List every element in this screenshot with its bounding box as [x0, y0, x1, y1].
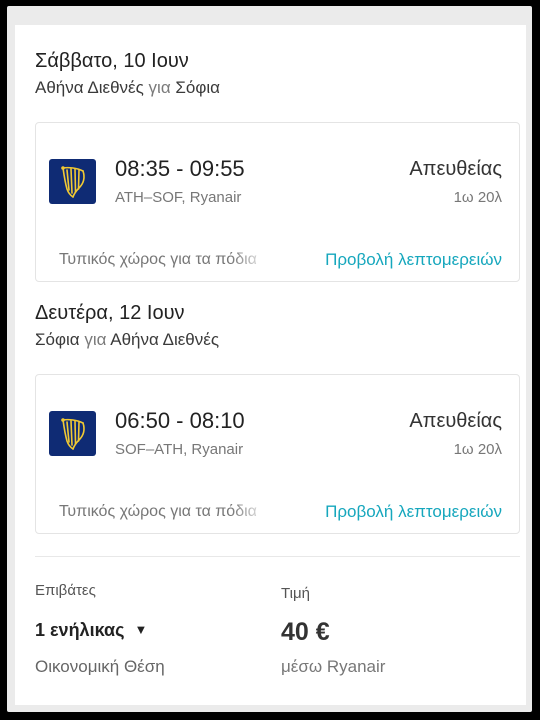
- passengers-label: Επιβάτες: [35, 582, 96, 599]
- return-times: 06:50 - 08:10: [115, 408, 245, 433]
- booking-provider: μέσω Ryanair: [281, 657, 386, 676]
- return-origin: Σόφια: [35, 330, 80, 349]
- return-airports-airline: SOF–ATH, Ryanair: [115, 441, 244, 458]
- ryanair-harp-icon: [49, 411, 96, 456]
- outbound-stops: Απευθείας: [409, 158, 502, 180]
- return-connector: για: [84, 330, 107, 349]
- outbound-destination: Σόφια: [175, 78, 220, 97]
- app-frame: Σάββατο, 10 Ιουν Αθήνα Διεθνές για Σόφια: [7, 6, 532, 712]
- return-date: Δευτέρα, 12 Ιουν: [35, 302, 185, 324]
- itinerary-panel: Σάββατο, 10 Ιουν Αθήνα Διεθνές για Σόφια: [15, 25, 526, 705]
- passengers-dropdown[interactable]: 1 ενήλικας ▼: [35, 620, 147, 641]
- ryanair-harp-icon: [49, 159, 96, 204]
- return-route-summary: Σόφια για Αθήνα Διεθνές: [35, 330, 219, 350]
- outbound-airports-airline: ATH–SOF, Ryanair: [115, 189, 242, 206]
- outbound-date: Σάββατο, 10 Ιουν: [35, 50, 189, 72]
- return-stops: Απευθείας: [409, 410, 502, 432]
- outbound-duration: 1ω 20λ: [453, 189, 502, 206]
- return-duration: 1ω 20λ: [453, 441, 502, 458]
- caret-down-icon: ▼: [134, 622, 148, 637]
- outbound-origin: Αθήνα Διεθνές: [35, 78, 144, 97]
- return-flight-card[interactable]: 06:50 - 08:10 SOF–ATH, Ryanair Απευθείας…: [35, 374, 520, 534]
- price-value: 40 €: [281, 618, 330, 646]
- outbound-flight-card[interactable]: 08:35 - 09:55 ATH–SOF, Ryanair Απευθείας…: [35, 122, 520, 282]
- return-destination: Αθήνα Διεθνές: [110, 330, 220, 349]
- cabin-class: Οικονομική Θέση: [35, 657, 165, 676]
- divider: [35, 556, 520, 557]
- return-legroom-info: Τυπικός χώρος για τα πόδια: [59, 503, 257, 520]
- passengers-value: 1 ενήλικας: [35, 620, 125, 640]
- outbound-view-details-link[interactable]: Προβολή λεπτομερειών: [325, 250, 502, 270]
- outbound-route-summary: Αθήνα Διεθνές για Σόφια: [35, 78, 220, 98]
- outbound-times: 08:35 - 09:55: [115, 156, 245, 181]
- return-view-details-link[interactable]: Προβολή λεπτομερειών: [325, 502, 502, 522]
- price-label: Τιμή: [281, 585, 310, 602]
- outbound-legroom-info: Τυπικός χώρος για τα πόδια: [59, 251, 257, 268]
- outbound-connector: για: [148, 78, 171, 97]
